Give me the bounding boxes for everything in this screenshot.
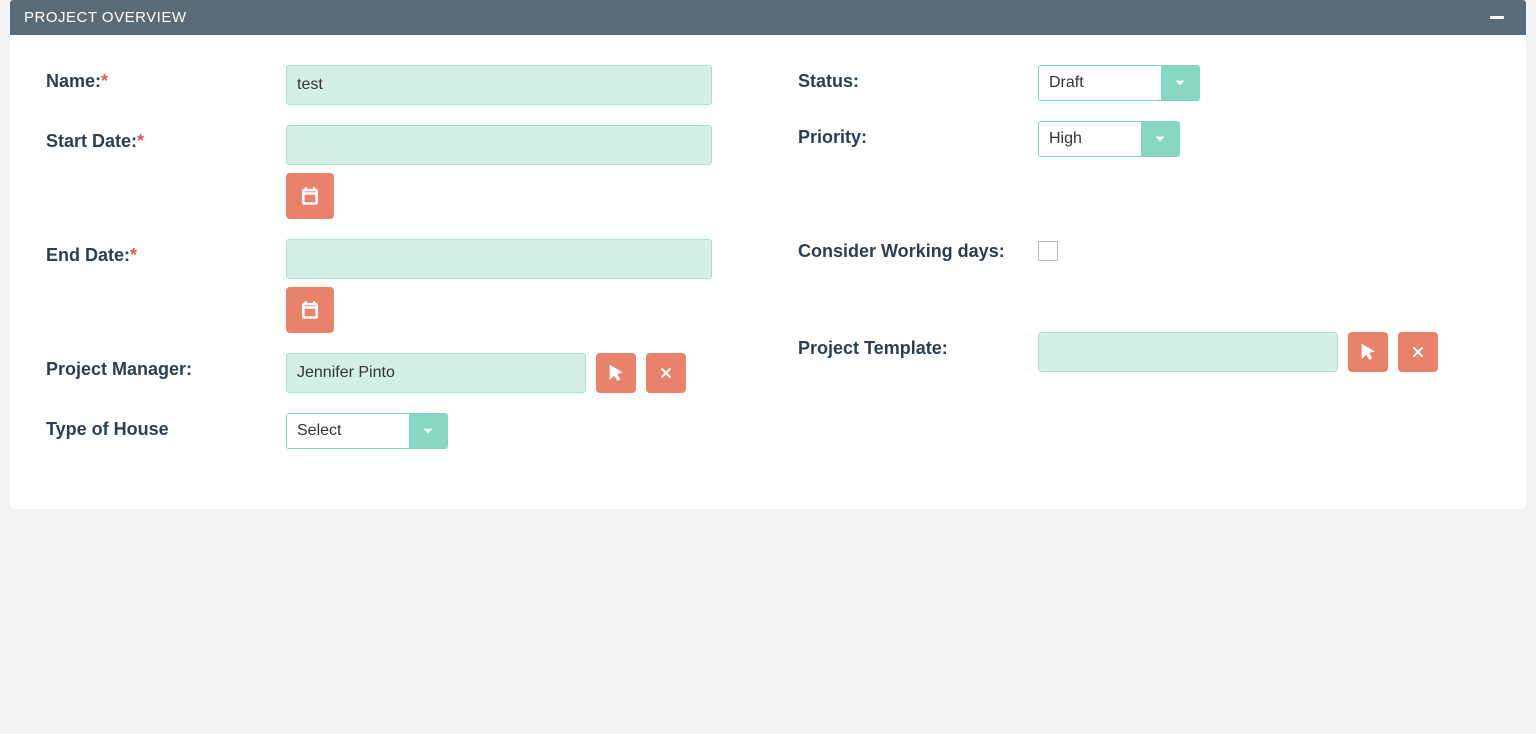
- name-input[interactable]: [286, 65, 712, 105]
- row-priority: Priority: High: [798, 121, 1490, 157]
- label-project-template: Project Template:: [798, 332, 1038, 359]
- label-end-date: End Date:*: [46, 239, 286, 266]
- panel-title: PROJECT OVERVIEW: [24, 9, 186, 26]
- priority-value: High: [1039, 122, 1141, 156]
- cursor-icon: [607, 364, 625, 382]
- collapse-button[interactable]: [1490, 16, 1504, 19]
- right-column: Status: Draft Priority:: [798, 65, 1490, 469]
- project-manager-clear-button[interactable]: [646, 353, 686, 393]
- label-start-date-text: Start Date:: [46, 131, 137, 151]
- cursor-icon: [1359, 343, 1377, 361]
- row-project-template: Project Template:: [798, 332, 1490, 372]
- label-name: Name:*: [46, 65, 286, 92]
- chevron-down-icon: [1153, 132, 1167, 146]
- label-type-of-house: Type of House: [46, 413, 286, 440]
- label-end-date-text: End Date:: [46, 245, 130, 265]
- chevron-down-icon: [421, 424, 435, 438]
- priority-select[interactable]: High: [1038, 121, 1180, 157]
- project-manager-input[interactable]: [286, 353, 586, 393]
- label-priority: Priority:: [798, 121, 1038, 148]
- start-date-calendar-button[interactable]: [286, 173, 334, 219]
- row-consider-working-days: Consider Working days:: [798, 235, 1490, 262]
- priority-dropdown-button[interactable]: [1141, 122, 1179, 156]
- row-project-manager: Project Manager:: [46, 353, 738, 393]
- panel-header: PROJECT OVERVIEW: [10, 0, 1526, 35]
- end-date-calendar-button[interactable]: [286, 287, 334, 333]
- required-marker: *: [130, 245, 137, 265]
- row-type-of-house: Type of House Select: [46, 413, 738, 449]
- required-marker: *: [137, 131, 144, 151]
- project-template-pick-button[interactable]: [1348, 332, 1388, 372]
- label-project-manager: Project Manager:: [46, 353, 286, 380]
- row-name: Name:*: [46, 65, 738, 105]
- status-dropdown-button[interactable]: [1161, 66, 1199, 100]
- type-of-house-select[interactable]: Select: [286, 413, 448, 449]
- row-status: Status: Draft: [798, 65, 1490, 101]
- project-manager-pick-button[interactable]: [596, 353, 636, 393]
- chevron-down-icon: [1173, 76, 1187, 90]
- close-icon: [658, 365, 674, 381]
- calendar-icon: [300, 186, 320, 206]
- end-date-input[interactable]: [286, 239, 712, 279]
- type-of-house-value: Select: [287, 414, 409, 448]
- label-consider-working-days: Consider Working days:: [798, 235, 1038, 262]
- row-end-date: End Date:*: [46, 239, 738, 333]
- panel-body: Name:* Start Date:*: [10, 35, 1526, 509]
- type-of-house-dropdown-button[interactable]: [409, 414, 447, 448]
- label-name-text: Name:: [46, 71, 101, 91]
- status-select[interactable]: Draft: [1038, 65, 1200, 101]
- status-value: Draft: [1039, 66, 1161, 100]
- calendar-icon: [300, 300, 320, 320]
- row-start-date: Start Date:*: [46, 125, 738, 219]
- close-icon: [1410, 344, 1426, 360]
- project-template-clear-button[interactable]: [1398, 332, 1438, 372]
- start-date-input[interactable]: [286, 125, 712, 165]
- project-overview-panel: PROJECT OVERVIEW Name:* Start Date:*: [10, 0, 1526, 509]
- project-template-input[interactable]: [1038, 332, 1338, 372]
- label-status: Status:: [798, 65, 1038, 92]
- consider-working-days-checkbox[interactable]: [1038, 241, 1058, 261]
- required-marker: *: [101, 71, 108, 91]
- label-start-date: Start Date:*: [46, 125, 286, 152]
- left-column: Name:* Start Date:*: [46, 65, 738, 469]
